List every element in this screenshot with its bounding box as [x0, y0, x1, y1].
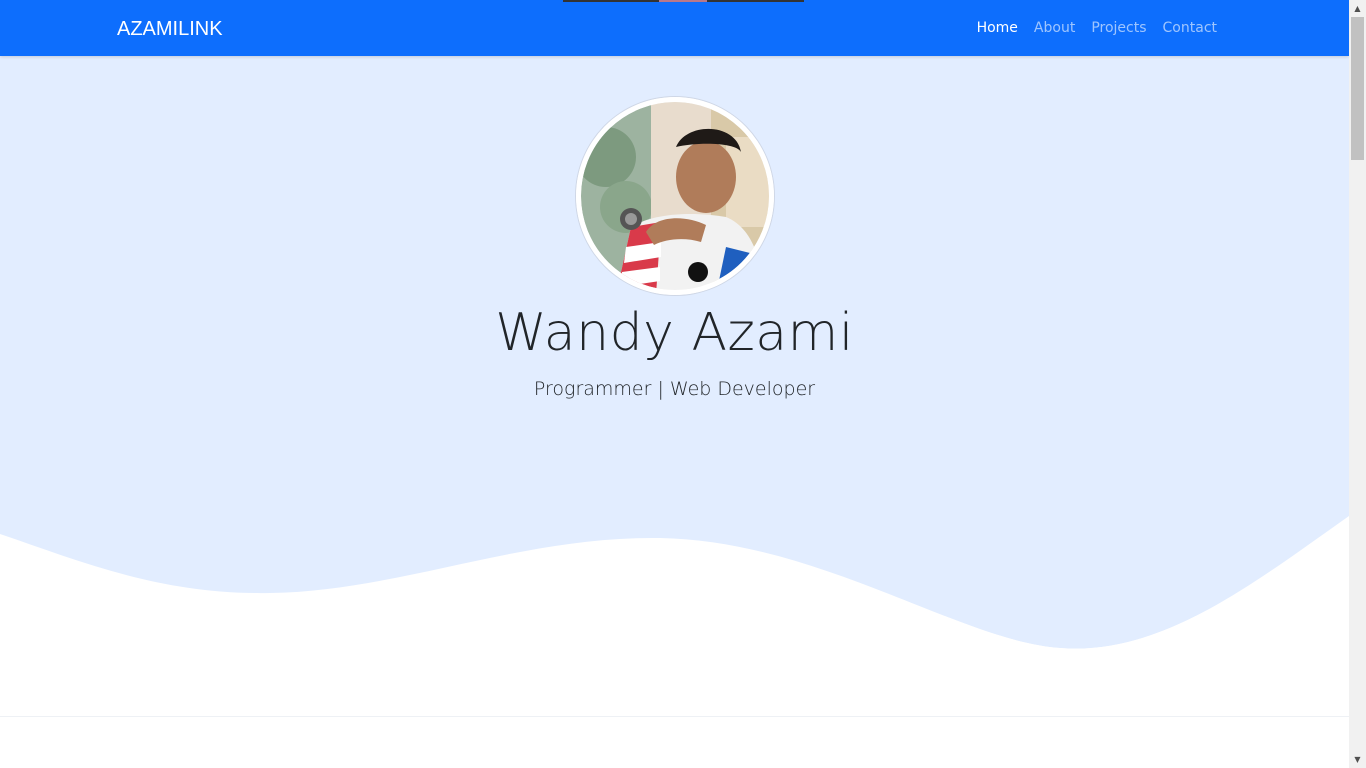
brand-link[interactable]: AZAMILINK — [117, 15, 223, 43]
nav-link-contact[interactable]: Contact — [1155, 17, 1225, 39]
nav-link-home[interactable]: Home — [969, 17, 1026, 39]
hero-name: Wandy Azami — [495, 303, 854, 363]
scrollbar-thumb[interactable] — [1351, 17, 1364, 160]
page: AZAMILINK Home About Projects Contact Wa… — [0, 0, 1366, 768]
profile-photo-icon — [576, 97, 774, 295]
navbar: AZAMILINK Home About Projects Contact — [0, 0, 1349, 56]
hero-subtitle: Programmer | Web Developer — [533, 378, 816, 400]
browser-viewport: AZAMILINK Home About Projects Contact Wa… — [0, 0, 1349, 768]
top-strip-highlight — [659, 0, 707, 2]
nav-links: Home About Projects Contact — [969, 17, 1225, 39]
profile-avatar — [576, 97, 774, 295]
nav-link-about[interactable]: About — [1026, 17, 1083, 39]
nav-link-projects[interactable]: Projects — [1083, 17, 1154, 39]
scroll-down-icon[interactable]: ▼ — [1349, 751, 1366, 768]
hero-wave-divider — [0, 496, 1349, 696]
section-divider — [0, 716, 1349, 717]
vertical-scrollbar[interactable]: ▲ ▼ — [1349, 0, 1366, 768]
scroll-up-icon[interactable]: ▲ — [1349, 0, 1366, 17]
